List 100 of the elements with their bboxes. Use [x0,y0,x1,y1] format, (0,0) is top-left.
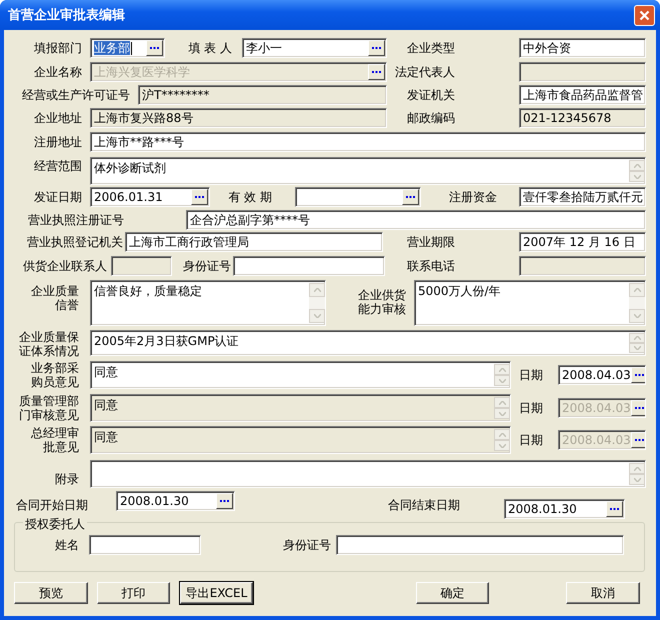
field-label: 填报部门 [33,41,82,55]
field-label: 姓名 [54,538,79,552]
picker-field[interactable]: 李小一 [242,38,387,58]
memo-field[interactable]: 信誉良好，质量稳定 [90,280,326,326]
field-label: 企业质量信誉 [30,284,79,312]
field-label: 填 表 人 [187,41,232,55]
text-field[interactable]: 上海市复兴路88号 [90,108,387,128]
scrollbar[interactable] [629,160,645,182]
picker-field[interactable]: 业务部 [90,38,165,58]
arrow-up-icon [634,466,640,470]
memo-field[interactable]: 2005年2月3日获GMP认证 [90,330,646,356]
field-label: 企业类型 [406,41,455,55]
field-label: 企业供货能力审核 [357,288,406,316]
field-label: 发证日期 [33,190,82,204]
field-label: 发证机关 [406,88,455,102]
field-label: 身份证号 [182,259,231,273]
text-field[interactable] [519,62,646,82]
text-field[interactable]: 沪T******** [138,85,387,105]
browse-button[interactable] [146,40,163,56]
picker-field[interactable]: 2008.04.03 [558,365,646,385]
scrollbar[interactable] [309,283,325,323]
field-label: 邮政编码 [406,111,455,125]
field-label: 合同开始日期 [15,498,88,512]
arrow-down-icon [314,314,320,318]
memo-field[interactable]: 体外诊断试剂 [90,157,646,185]
field-label: 身份证号 [282,538,331,552]
arrow-down-icon [634,346,640,350]
field-label: 营业期限 [406,235,455,249]
field-label: 经营范围 [33,159,82,173]
field-label: 联系电话 [406,259,455,273]
arrow-up-icon [634,336,640,340]
field-label: 附录 [54,472,79,486]
field-label: 日期 [518,433,543,447]
arrow-down-icon [634,478,640,482]
field-label: 注册地址 [33,135,82,149]
field-label: 日期 [518,401,543,415]
text-field[interactable] [233,256,385,276]
arrow-up-icon [634,164,640,168]
memo-field[interactable]: 同意 [90,394,511,422]
text-field[interactable]: 上海市**路***号 [90,132,646,152]
scrollbar[interactable] [494,397,510,419]
field-label: 企业名称 [33,65,82,79]
field-label: 企业质量保证体系情况 [18,330,79,358]
text-field[interactable]: 中外合资 [519,38,646,58]
text-field[interactable]: 021-12345678 [519,108,646,128]
close-icon [639,10,650,20]
scrollbar[interactable] [629,283,645,323]
field-label: 供货企业联系人 [22,259,107,273]
arrow-up-icon [498,368,506,372]
text-field[interactable]: 上海市食品药品监督管 [519,85,646,105]
browse-button[interactable] [368,40,385,56]
arrow-up-icon [634,288,640,292]
field-label: 营业执照注册证号 [27,213,124,227]
dialog-button[interactable]: 打印 [97,582,170,604]
text-field[interactable] [336,535,624,555]
arrow-down-icon [634,314,640,318]
scrollbar[interactable] [629,463,645,485]
field-label: 质量管理部门审核意见 [18,394,79,422]
scrollbar[interactable] [494,364,510,386]
arrow-up-icon [498,400,506,404]
group-title: 授权委托人 [23,517,87,531]
picker-field[interactable]: 2006.01.31 [90,187,210,207]
memo-field[interactable] [90,460,646,488]
text-field[interactable] [89,535,201,555]
field-label: 注册资金 [448,190,497,204]
scrollbar[interactable] [629,333,645,353]
memo-field[interactable]: 同意 [90,361,511,389]
arrow-down-icon [498,378,506,382]
text-field[interactable] [111,256,172,276]
browse-button[interactable] [216,493,233,509]
field-label: 营业执照登记机关 [26,235,123,249]
field-label: 有 效 期 [227,190,272,204]
memo-field[interactable]: 5000万人份/年 [414,280,646,326]
window-title: 首营企业审批表编辑 [8,6,125,24]
arrow-down-icon [634,174,640,178]
text-field[interactable]: 壹仟零叁拾陆万贰仟元 [519,187,646,207]
picker-field[interactable] [295,187,421,207]
browse-button[interactable] [191,189,208,205]
browse-button[interactable] [402,189,419,205]
picker-field[interactable]: 2008.01.30 [504,499,625,519]
close-button[interactable] [634,4,655,26]
dialog-button[interactable]: 取消 [566,582,640,604]
field-label: 法定代表人 [394,65,455,79]
arrow-down-icon [498,444,506,448]
text-field[interactable]: 上海市工商行政管理局 [125,232,383,252]
scrollbar[interactable] [494,429,510,451]
browse-button[interactable] [630,367,645,383]
arrow-down-icon [498,412,506,416]
dialog-button[interactable]: 确定 [416,582,489,604]
dialog-button[interactable]: 导出EXCEL [180,582,253,604]
browse-button[interactable] [606,501,623,517]
field-label: 日期 [518,368,543,382]
text-field[interactable] [519,256,646,276]
dialog-button[interactable]: 预览 [14,582,88,604]
field-label: 业务部采购员意见 [30,361,79,389]
memo-field[interactable]: 同意 [90,426,511,454]
text-field[interactable]: 2007年 12 月 16 日 [519,232,646,252]
field-label: 合同结束日期 [387,498,460,512]
text-field[interactable]: 企合沪总副字第****号 [186,210,646,230]
picker-field[interactable]: 2008.01.30 [116,491,235,511]
